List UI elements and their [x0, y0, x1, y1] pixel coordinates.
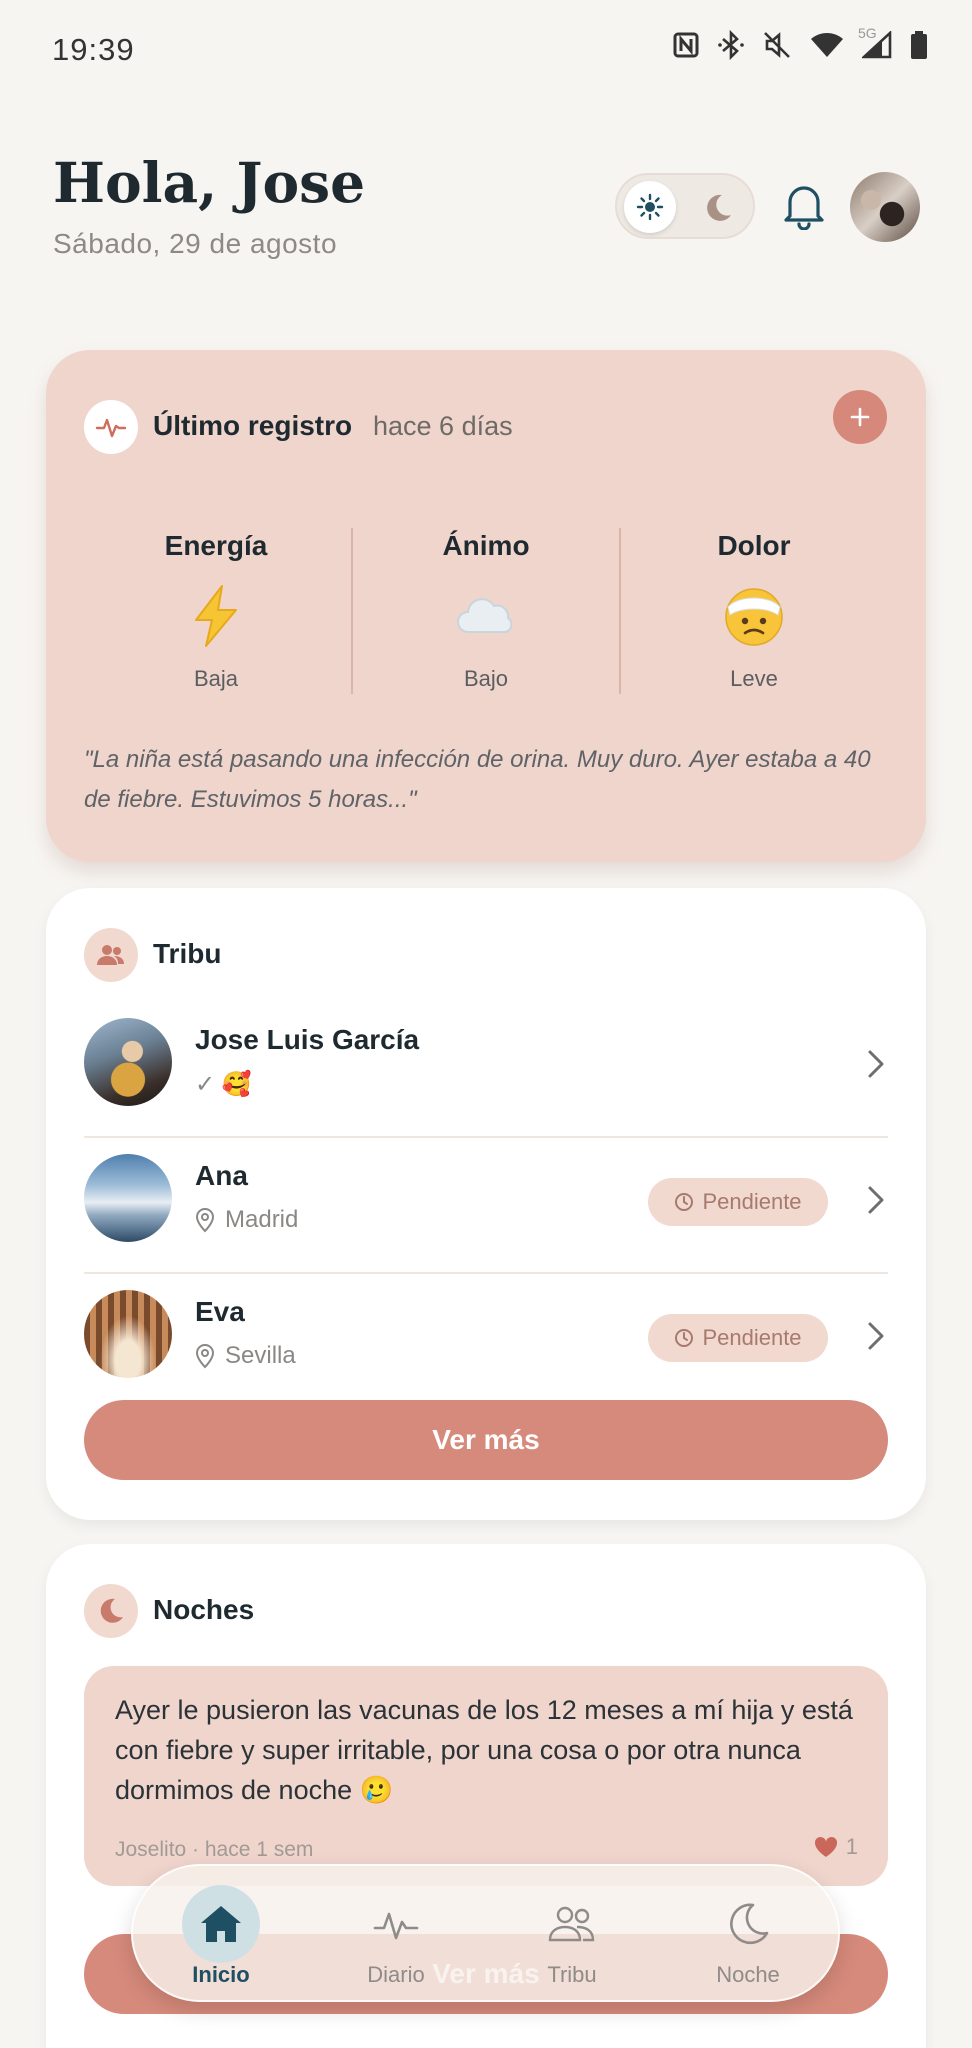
status-icons: 5G [672, 25, 928, 60]
bell-icon[interactable] [780, 180, 828, 231]
status-text: Pendiente [702, 1189, 802, 1214]
greeting-title: Hola, Jose [53, 150, 366, 215]
people-icon [84, 928, 138, 982]
nav-tribu[interactable]: Tribu [497, 1884, 647, 1988]
like-count: 1 [845, 1834, 858, 1859]
moon-icon [673, 1884, 823, 1964]
status-bar: 19:39 5G [0, 0, 972, 100]
chevron-right-icon [864, 1046, 888, 1082]
location-text: Madrid [225, 1206, 299, 1233]
night-post[interactable]: Ayer le pusieron las vacunas de los 12 m… [84, 1666, 888, 1886]
metric-value: Baja [193, 666, 239, 691]
network-type: 5G [858, 25, 877, 41]
tribe-see-more-button[interactable]: Ver más [84, 1400, 888, 1480]
battery-icon [910, 30, 928, 60]
nav-label: Diario [367, 1962, 425, 1987]
sun-icon [624, 181, 676, 233]
last-record-title: Último registro [153, 410, 353, 441]
tribe-member-eva[interactable]: Eva Sevilla Pendiente [84, 1274, 888, 1410]
status-time: 19:39 [52, 32, 135, 67]
wifi-icon [810, 31, 844, 59]
nav-noche[interactable]: Noche [673, 1884, 823, 1988]
nav-label: Inicio [192, 1962, 250, 1987]
people-icon [497, 1884, 647, 1964]
metric-label: Ánimo [442, 530, 530, 561]
pulse-icon [321, 1884, 471, 1964]
last-record-time: hace 6 días [373, 411, 513, 441]
tribe-title: Tribu [153, 938, 222, 969]
post-text: Ayer le pusieron las vacunas de los 12 m… [115, 1695, 853, 1805]
moon-icon [84, 1584, 138, 1638]
tribe-member-ana[interactable]: Ana Madrid Pendiente [84, 1138, 888, 1274]
member-status: ✓ 🥰 [195, 1071, 252, 1098]
lightning-icon [82, 580, 350, 652]
status-text: Pendiente [702, 1325, 802, 1350]
mute-icon [762, 30, 792, 60]
tribe-member-jose-luis[interactable]: Jose Luis García ✓ 🥰 [84, 1002, 888, 1138]
metric-label: Dolor [717, 530, 791, 561]
metric-energy: Energía Baja [82, 530, 350, 692]
add-record-button[interactable] [833, 390, 887, 444]
like-button[interactable]: 1 [814, 1834, 858, 1860]
location-text: Sevilla [225, 1342, 296, 1369]
member-name: Ana [195, 1160, 248, 1191]
metric-mood: Ánimo Bajo [352, 530, 620, 692]
bluetooth-icon [718, 30, 744, 60]
moon-toggle-icon [697, 188, 737, 228]
last-record-card[interactable]: Último registro hace 6 días Energía Baja… [46, 350, 926, 862]
location-pin-icon [195, 1208, 215, 1233]
post-author-time: Joselito · hace 1 sem [115, 1838, 314, 1861]
member-location: Sevilla [195, 1342, 296, 1370]
metric-label: Energía [164, 530, 268, 561]
avatar [84, 1290, 172, 1378]
chevron-right-icon [864, 1182, 888, 1218]
avatar[interactable] [850, 172, 920, 242]
record-note: "La niña está pasando una infección de o… [84, 746, 871, 813]
member-name: Jose Luis García [195, 1024, 420, 1055]
metric-value: Bajo [463, 666, 509, 691]
theme-toggle[interactable] [615, 173, 755, 239]
tribe-card: Tribu Jose Luis García ✓ 🥰 Ana Madrid Pe… [46, 888, 926, 1520]
nights-title: Noches [153, 1594, 255, 1625]
clock-icon [675, 1329, 694, 1347]
plus-icon [850, 407, 870, 427]
signal-icon: 5G [858, 25, 892, 59]
bandaged-face-icon [620, 580, 888, 652]
nav-label: Tribu [547, 1962, 597, 1987]
nfc-icon [672, 31, 700, 59]
clock-icon [675, 1193, 694, 1211]
nav-inicio[interactable]: Inicio [146, 1884, 296, 1988]
avatar [84, 1018, 172, 1106]
chevron-right-icon [864, 1318, 888, 1354]
status-badge: Pendiente [648, 1178, 828, 1226]
pulse-icon [84, 400, 138, 454]
member-location: Madrid [195, 1206, 298, 1234]
location-pin-icon [195, 1344, 215, 1369]
metric-value: Leve [730, 666, 778, 691]
status-badge: Pendiente [648, 1314, 828, 1362]
avatar [84, 1154, 172, 1242]
home-icon [182, 1885, 260, 1963]
nav-label: Noche [716, 1962, 780, 1987]
member-name: Eva [195, 1296, 245, 1327]
current-date: Sábado, 29 de agosto [53, 228, 338, 259]
cloud-icon [352, 580, 620, 652]
nav-diario[interactable]: Diario [321, 1884, 471, 1988]
bottom-navigation: Inicio Diario Tribu Noche [131, 1864, 840, 2002]
heart-icon [814, 1836, 837, 1857]
metric-pain: Dolor Leve [620, 530, 888, 692]
